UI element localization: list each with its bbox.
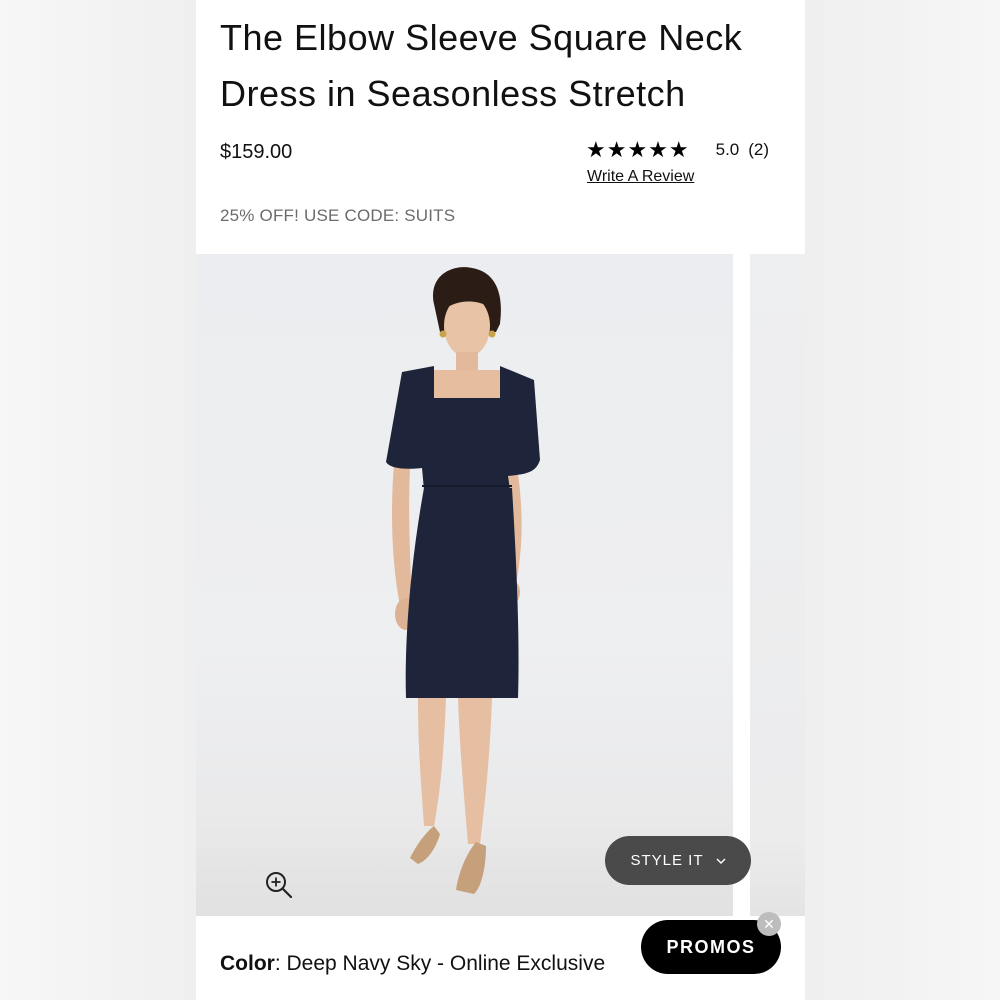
next-product-photo[interactable] xyxy=(750,254,805,916)
zoom-in-icon[interactable] xyxy=(264,870,294,900)
promo-code-text: 25% OFF! USE CODE: SUITS xyxy=(220,206,456,225)
close-icon[interactable]: ✕ xyxy=(757,912,781,936)
rating-stars-icon: ★★★★★ xyxy=(586,137,690,162)
rating-value: 5.0 xyxy=(715,140,740,159)
color-separator: : xyxy=(274,952,287,975)
style-it-button[interactable]: STYLE IT xyxy=(605,836,751,885)
product-price: $159.00 xyxy=(220,141,293,163)
rating-count: (2) xyxy=(748,140,770,159)
style-it-label: STYLE IT xyxy=(630,852,704,869)
backdrop-left xyxy=(0,0,196,1000)
product-title: The Elbow Sleeve Square Neck Dress in Se… xyxy=(220,17,743,114)
model-illustration xyxy=(386,267,540,894)
chevron-down-icon xyxy=(716,858,726,864)
rating-summary[interactable]: ★★★★★ 5.0 (2) xyxy=(586,137,769,163)
color-selection: Color: Deep Navy Sky - Online Exclusive xyxy=(220,952,605,976)
write-review-link[interactable]: Write A Review xyxy=(587,168,694,186)
product-page: The Elbow Sleeve Square Neck Dress in Se… xyxy=(196,0,805,1000)
backdrop-right xyxy=(805,0,1000,1000)
color-value: Deep Navy Sky - Online Exclusive xyxy=(286,952,606,975)
product-image-carousel[interactable]: STYLE IT xyxy=(196,254,805,916)
product-photo[interactable] xyxy=(196,254,733,916)
color-label: Color xyxy=(220,952,275,975)
